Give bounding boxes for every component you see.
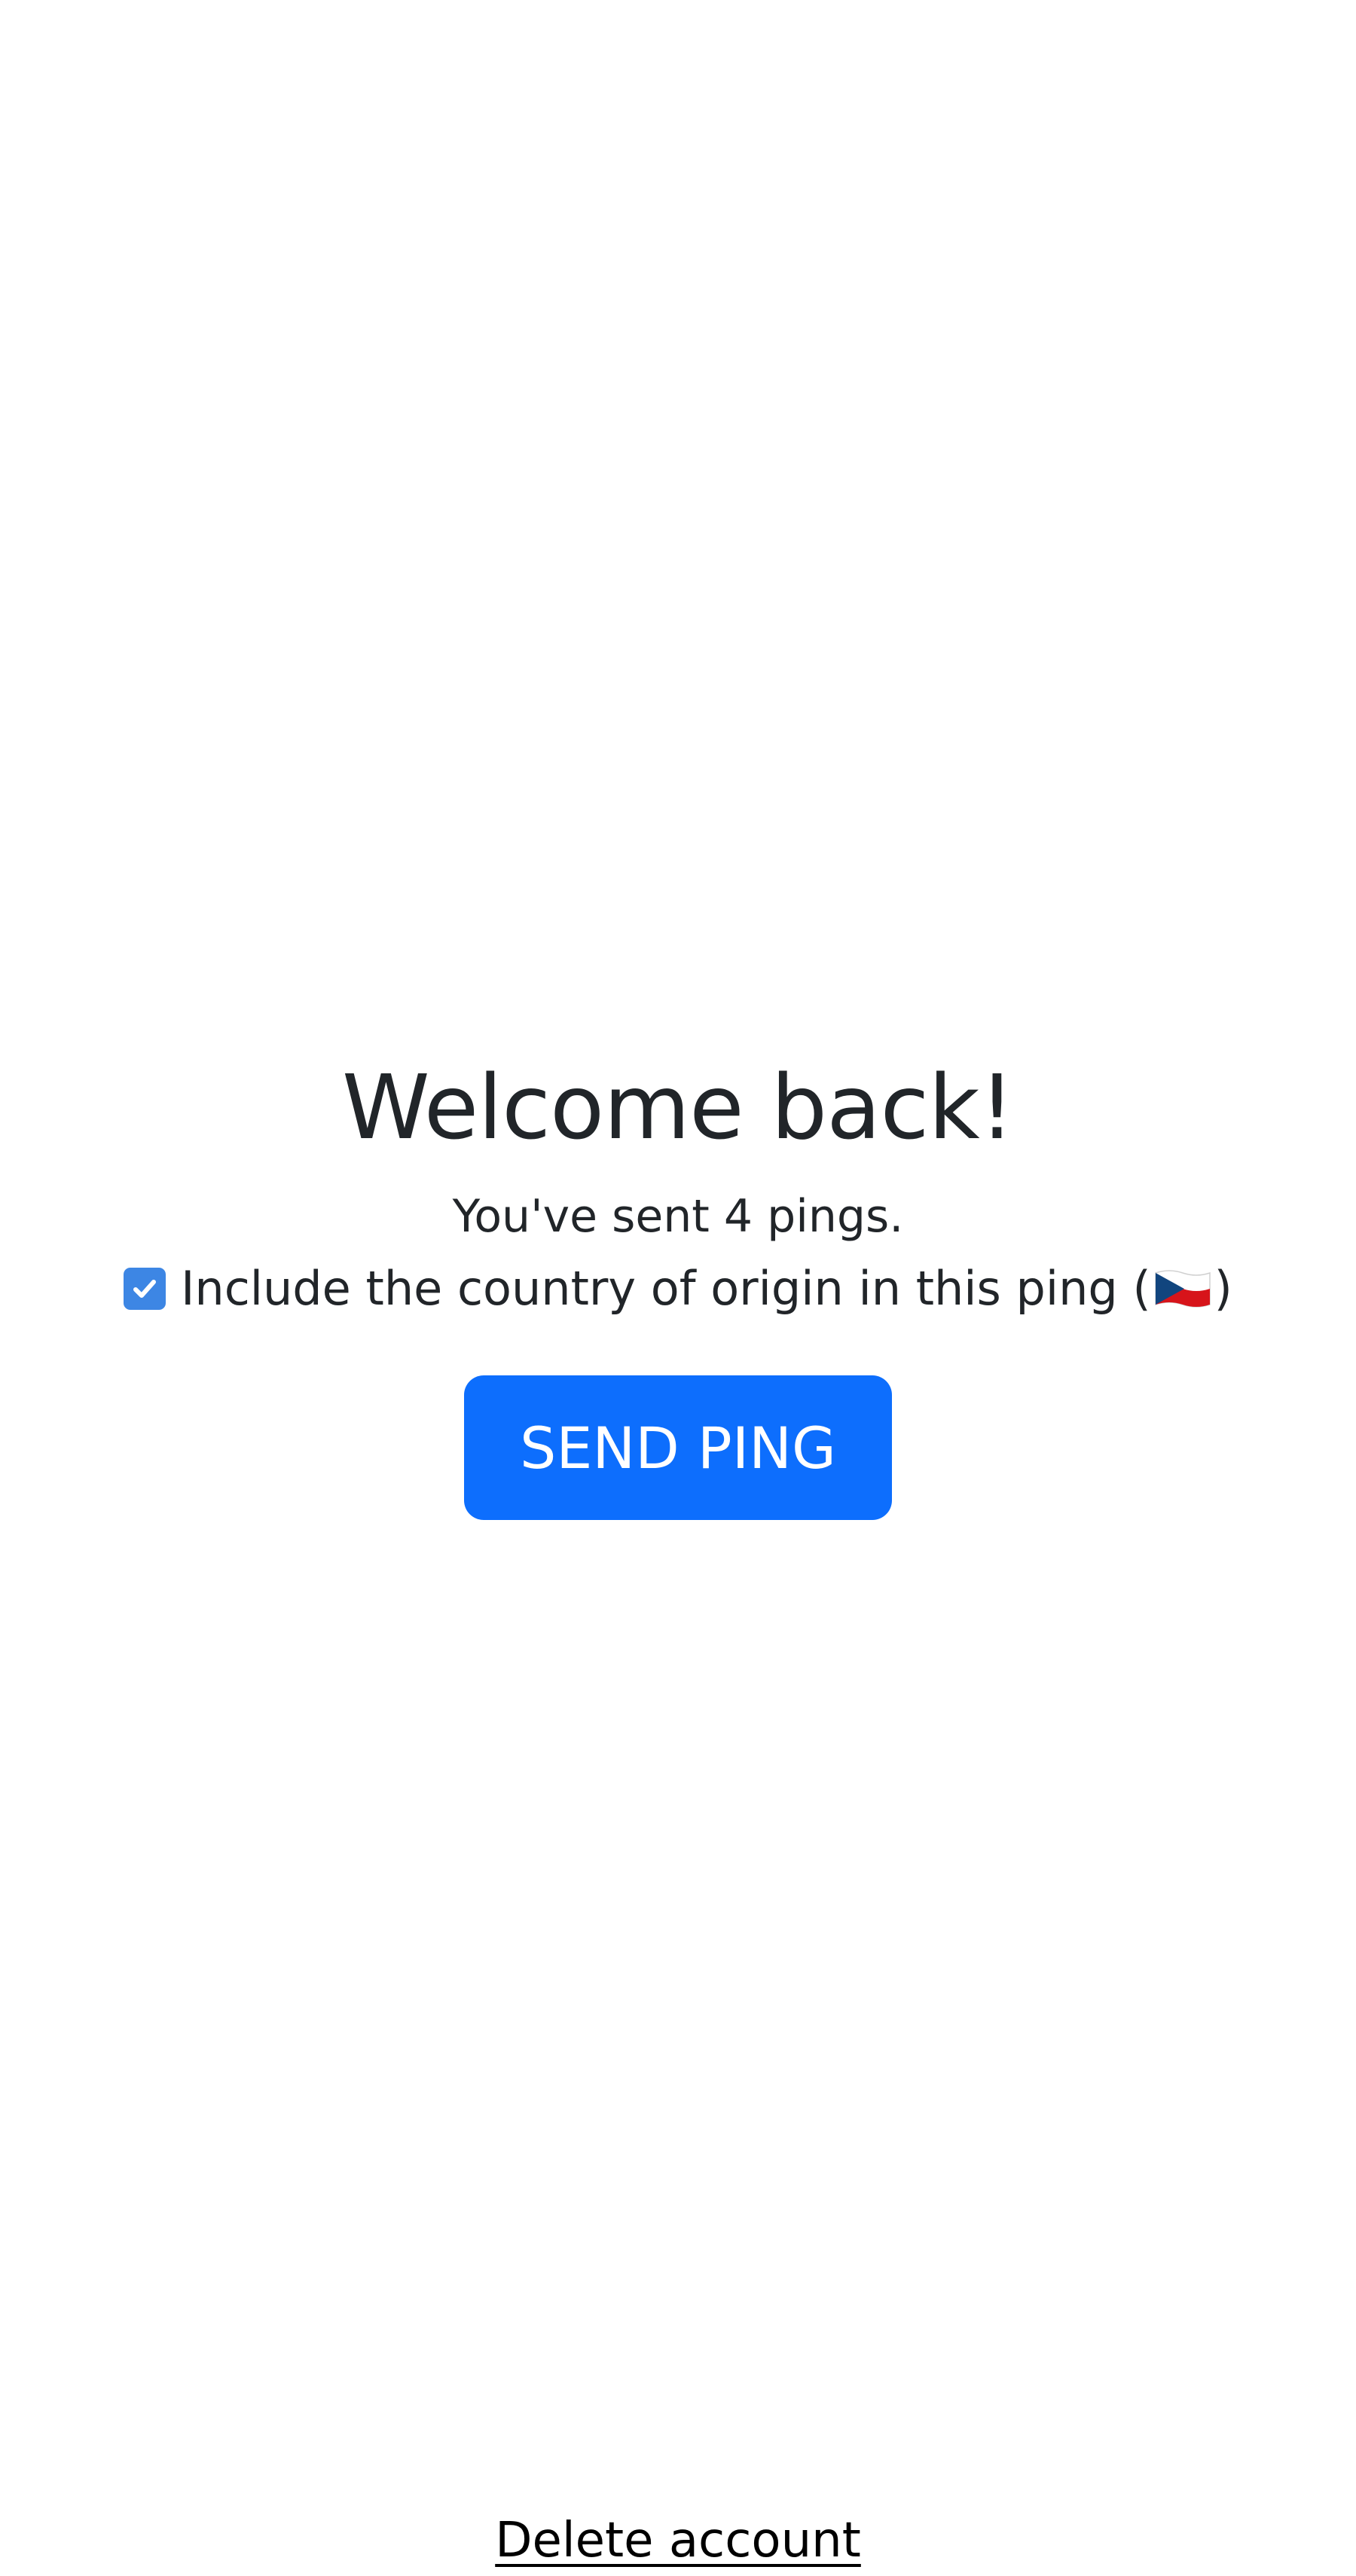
- check-icon: [133, 1280, 157, 1298]
- ping-count-prefix: You've sent: [452, 1190, 724, 1243]
- ping-count-value: 4: [723, 1190, 753, 1243]
- ping-count-suffix: pings.: [753, 1190, 904, 1243]
- include-origin-option[interactable]: Include the country of origin in this pi…: [124, 1255, 1232, 1323]
- ping-count-text: You've sent 4 pings.: [453, 1183, 904, 1250]
- main-content: Welcome back! You've sent 4 pings. Inclu…: [0, 1047, 1356, 1520]
- include-origin-label-close: ): [1214, 1261, 1232, 1316]
- page-title: Welcome back!: [342, 1055, 1015, 1159]
- send-ping-button[interactable]: SEND PING: [464, 1375, 892, 1520]
- delete-account-link[interactable]: Delete account: [495, 2513, 861, 2568]
- include-origin-label: Include the country of origin in this pi…: [181, 1261, 1151, 1316]
- delete-account-container: Delete account: [0, 2507, 1356, 2574]
- czech-flag-icon: [1154, 1270, 1211, 1308]
- include-origin-checkbox[interactable]: [124, 1268, 166, 1310]
